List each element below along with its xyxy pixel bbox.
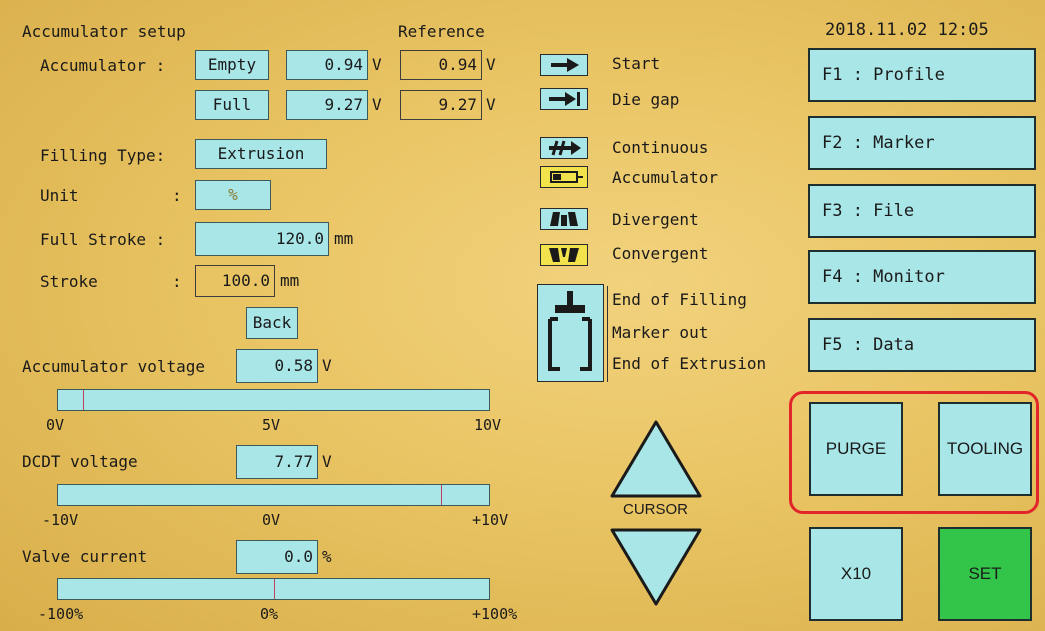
stroke-label: Stroke bbox=[40, 272, 98, 291]
valve-tick-mid: 0% bbox=[260, 605, 279, 623]
stroke-unit: mm bbox=[280, 271, 300, 290]
x10-button[interactable]: X10 bbox=[809, 527, 903, 621]
valve-current-label: Valve current bbox=[22, 547, 148, 566]
dcdt-voltage-indicator bbox=[440, 485, 442, 505]
legend-end-of-extrusion-label: End of Extrusion bbox=[612, 354, 767, 373]
purge-button[interactable]: PURGE bbox=[809, 402, 903, 496]
accumulator-tick-min: 0V bbox=[46, 416, 65, 434]
accumulator-label: Accumulator : bbox=[40, 56, 166, 75]
legend-marker-out-label: Marker out bbox=[612, 323, 709, 342]
legend-accumulator-label: Accumulator bbox=[612, 168, 718, 187]
full-button[interactable]: Full bbox=[195, 90, 269, 120]
cursor-up-button[interactable] bbox=[608, 418, 704, 500]
dcdt-voltage-unit: V bbox=[322, 452, 332, 471]
continuous-icon bbox=[540, 137, 588, 159]
full-reference-unit: V bbox=[486, 95, 496, 114]
accumulator-tick-max: 10V bbox=[474, 416, 502, 434]
legend-divergent-label: Divergent bbox=[612, 210, 699, 229]
f4-monitor-button[interactable]: F4 : Monitor bbox=[808, 250, 1036, 304]
tooling-button[interactable]: TOOLING bbox=[938, 402, 1032, 496]
die-gap-arrow-icon bbox=[540, 88, 588, 110]
legend-start-label: Start bbox=[612, 54, 661, 73]
accumulator-voltage-value: 0.58 bbox=[236, 349, 318, 383]
accumulator-tick-mid: 5V bbox=[262, 416, 281, 434]
start-arrow-icon bbox=[540, 54, 588, 76]
accumulator-icon bbox=[540, 166, 588, 188]
valve-current-indicator bbox=[273, 579, 275, 599]
legend-end-of-filling-label: End of Filling bbox=[612, 290, 747, 309]
full-stroke-field[interactable]: 120.0 bbox=[195, 222, 329, 256]
legend-divider bbox=[607, 286, 608, 382]
divergent-icon bbox=[540, 208, 588, 230]
valve-current-value: 0.0 bbox=[236, 540, 318, 574]
convergent-icon bbox=[540, 244, 588, 266]
unit-field[interactable]: % bbox=[195, 180, 271, 210]
stroke-value: 100.0 bbox=[195, 265, 275, 297]
cursor-label: CURSOR bbox=[623, 501, 689, 518]
full-stroke-unit: mm bbox=[334, 229, 354, 248]
reference-header: Reference bbox=[398, 22, 485, 41]
dcdt-tick-mid: 0V bbox=[262, 511, 281, 529]
full-value-field[interactable]: 9.27 bbox=[286, 90, 368, 120]
hmi-screen: Accumulator setup Reference 2018.11.02 1… bbox=[0, 0, 1045, 631]
unit-label: Unit bbox=[40, 186, 79, 205]
full-reference-value: 9.27 bbox=[400, 90, 482, 120]
valve-current-bar bbox=[57, 578, 490, 600]
filling-type-field[interactable]: Extrusion bbox=[195, 139, 327, 169]
f3-file-button[interactable]: F3 : File bbox=[808, 184, 1036, 238]
f5-data-button[interactable]: F5 : Data bbox=[808, 318, 1036, 372]
unit-colon: : bbox=[172, 186, 182, 205]
legend-die-gap-label: Die gap bbox=[612, 90, 680, 109]
cursor-down-button[interactable] bbox=[608, 526, 704, 608]
dcdt-tick-min: -10V bbox=[42, 511, 79, 529]
datetime: 2018.11.02 12:05 bbox=[825, 20, 989, 40]
full-stroke-label: Full Stroke : bbox=[40, 230, 166, 249]
valve-tick-min: -100% bbox=[38, 605, 84, 623]
empty-value-unit: V bbox=[372, 55, 382, 74]
dcdt-tick-max: +10V bbox=[472, 511, 509, 529]
accumulator-voltage-label: Accumulator voltage bbox=[22, 357, 206, 376]
accumulator-voltage-indicator bbox=[82, 390, 84, 410]
back-button[interactable]: Back bbox=[246, 307, 298, 339]
empty-reference-unit: V bbox=[486, 55, 496, 74]
empty-reference-value: 0.94 bbox=[400, 50, 482, 80]
full-value-unit: V bbox=[372, 95, 382, 114]
extrusion-status-icon bbox=[537, 284, 604, 382]
dcdt-voltage-value: 7.77 bbox=[236, 445, 318, 479]
empty-value-field[interactable]: 0.94 bbox=[286, 50, 368, 80]
dcdt-voltage-bar bbox=[57, 484, 490, 506]
accumulator-voltage-unit: V bbox=[322, 356, 332, 375]
stroke-colon: : bbox=[172, 272, 182, 291]
valve-tick-max: +100% bbox=[472, 605, 518, 623]
empty-button[interactable]: Empty bbox=[195, 50, 269, 80]
f1-profile-button[interactable]: F1 : Profile bbox=[808, 48, 1036, 102]
dcdt-voltage-label: DCDT voltage bbox=[22, 452, 138, 471]
legend-convergent-label: Convergent bbox=[612, 244, 709, 263]
f2-marker-button[interactable]: F2 : Marker bbox=[808, 116, 1036, 170]
set-button[interactable]: SET bbox=[938, 527, 1032, 621]
accumulator-voltage-bar bbox=[57, 389, 490, 411]
valve-current-unit: % bbox=[322, 547, 332, 566]
legend-continuous-label: Continuous bbox=[612, 138, 709, 157]
filling-type-label: Filling Type: bbox=[40, 146, 166, 165]
accumulator-setup-title: Accumulator setup bbox=[22, 22, 186, 41]
